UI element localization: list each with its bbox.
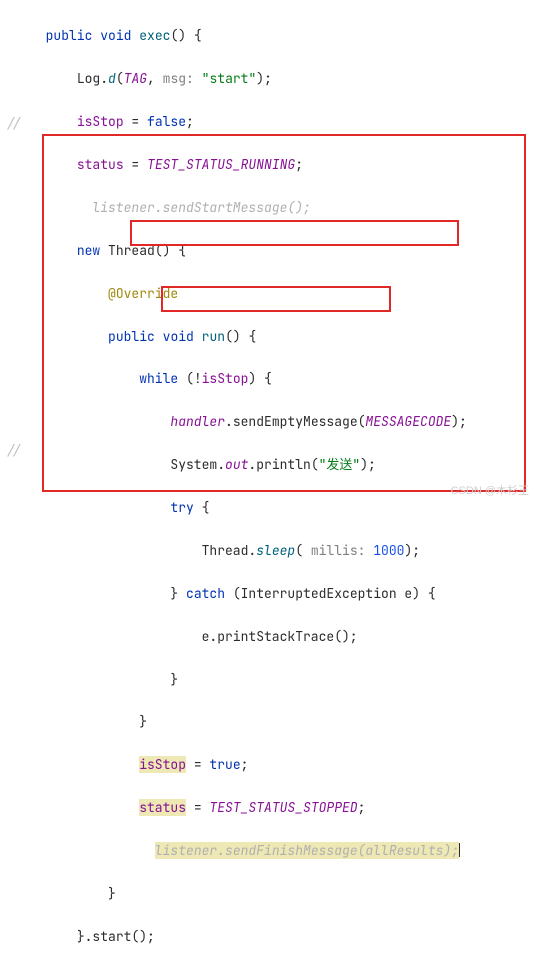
text-caret [459,843,460,857]
code-line: handler.sendEmptyMessage(MESSAGECODE); [30,411,531,432]
code-line: Log.d(TAG, msg: "start"); [30,68,531,89]
code-line: while (!isStop) { [30,368,531,389]
code-line: } [30,711,531,732]
code-line: } catch (InterruptedException e) { [30,583,531,604]
gutter-comment-marker: // [6,113,22,134]
code-line: System.out.println("发送"); [30,454,531,475]
code-line: status = TEST_STATUS_STOPPED; [30,797,531,818]
code-line: try { [30,497,531,518]
code-line: }.start(); [30,926,531,947]
gutter: // // [0,0,28,504]
code-line: e.printStackTrace(); [30,626,531,647]
code-line: isStop = false; [30,111,531,132]
code-line: public void exec() { [30,25,531,46]
code-line: listener.sendFinishMessage(allResults); [30,840,531,861]
watermark: CSDN @木杉王 [451,482,529,500]
gutter-comment-marker: // [6,440,22,461]
code-line: status = TEST_STATUS_RUNNING; [30,154,531,175]
code-line: Thread.sleep( millis: 1000); [30,540,531,561]
code-line: new Thread() { [30,240,531,261]
code-line: isStop = true; [30,754,531,775]
code-line: listener.sendStartMessage(); [30,197,531,218]
code-line: @Override [30,283,531,304]
code-line: } [30,883,531,904]
code-line: } [30,669,531,690]
code-line: public void run() { [30,326,531,347]
